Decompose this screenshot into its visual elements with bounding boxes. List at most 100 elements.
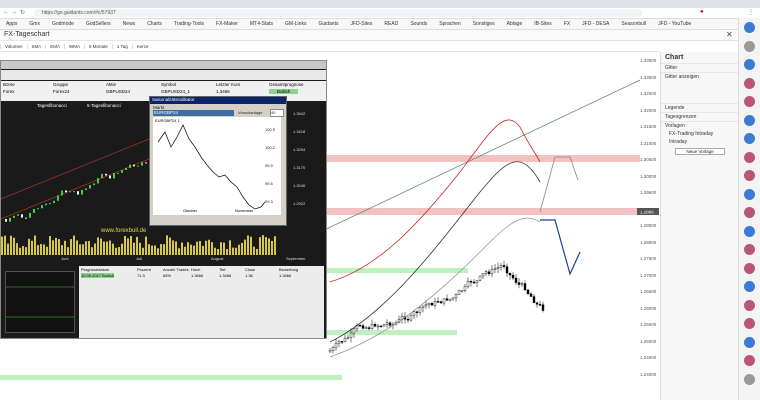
volume-bar — [85, 241, 87, 255]
bookmark-item[interactable]: Seasonbull — [615, 21, 652, 27]
bookmark-item[interactable]: MT4-Stats — [244, 21, 279, 27]
section-gitter[interactable]: Gitter — [661, 63, 739, 72]
candle-body — [379, 325, 383, 328]
tab-tagesfibonacci[interactable]: Tagesfibonacci — [37, 103, 67, 108]
overlay-window[interactable]: Börse Gruppe Aktie Symbol Letzter Kurs G… — [0, 60, 327, 339]
volume-bar — [139, 242, 141, 255]
forward-icon[interactable]: → — [11, 9, 17, 15]
tab-5-tagesfibonacci[interactable]: 5-Tagesfibonacci — [87, 103, 121, 108]
section-tagesgrenzen[interactable]: Tagesgrenzen — [661, 112, 739, 121]
app-shortcut-icon[interactable] — [744, 207, 755, 218]
bookmark-item[interactable]: IB-Sites — [528, 21, 558, 27]
app-shortcut-icon[interactable] — [744, 281, 755, 292]
candle-body — [475, 280, 479, 283]
bookmark-item[interactable]: GM-Links — [279, 21, 312, 27]
volume-bar — [22, 246, 24, 255]
bookmark-item[interactable]: Trading-Tools — [168, 21, 210, 27]
volume-bar — [220, 242, 222, 255]
app-shortcut-icon[interactable] — [744, 170, 755, 181]
overlay-y-label: 1.3542 — [293, 111, 306, 116]
volume-bar — [244, 239, 246, 255]
app-shortcut-icon[interactable] — [744, 151, 755, 163]
overlay-candle — [141, 162, 143, 166]
toolbar-item[interactable]: 1 Tag — [111, 43, 132, 49]
toolbar-item[interactable]: WMA — [64, 43, 84, 49]
price-axis-label: 1.24500 — [640, 355, 657, 360]
toolbar-item[interactable]: 8 Monate — [84, 43, 112, 49]
volume-bar — [241, 242, 243, 255]
app-shortcut-icon[interactable] — [744, 40, 755, 52]
app-shortcut-icon[interactable] — [744, 262, 755, 274]
toolbar-item[interactable]: SMA — [26, 43, 46, 49]
overlay-menubar — [1, 70, 326, 80]
candle-body — [412, 311, 416, 316]
bookmark-item[interactable]: Charts — [141, 21, 168, 27]
bookmark-item[interactable]: Ablage — [501, 21, 529, 27]
section-gitter-anzeigen[interactable]: Gitter anzeigen — [661, 72, 739, 81]
app-shortcut-icon[interactable] — [744, 299, 755, 311]
back-icon[interactable]: ← — [3, 9, 9, 15]
template-fx-intraday[interactable]: FX-Trading Intraday — [661, 130, 739, 138]
volume-bar — [151, 245, 153, 255]
template-intraday[interactable]: Intraday — [661, 138, 739, 146]
app-shortcut-icon[interactable] — [744, 133, 755, 144]
candle-body — [463, 286, 467, 291]
candle-body — [457, 290, 461, 295]
overlay-titlebar[interactable] — [1, 61, 326, 69]
seasonal-market-select[interactable]: EURGBP24 — [153, 110, 234, 116]
bookmark-item[interactable]: JFD - YouTube — [652, 21, 697, 27]
app-shortcut-icon[interactable] — [744, 225, 755, 237]
volume-bar — [61, 245, 63, 255]
bookmark-item[interactable]: READ — [378, 21, 404, 27]
candle-body — [334, 343, 338, 348]
close-icon[interactable]: ✕ — [726, 30, 733, 39]
app-shortcut-icon[interactable] — [744, 336, 755, 348]
section-vorlagen[interactable]: Vorlagen — [661, 121, 739, 130]
app-shortcut-icon[interactable] — [744, 96, 755, 107]
candle-body — [352, 328, 356, 334]
bookmark-item[interactable]: Sprachen — [433, 21, 466, 27]
toolbar-item[interactable]: Kerze — [131, 43, 153, 49]
bookmark-item[interactable]: Apps — [0, 21, 23, 27]
menu-icon[interactable]: ⋮ — [748, 9, 754, 16]
url-field[interactable]: https://go.guidants.com/#c/57937 — [34, 9, 642, 17]
bookmark-item[interactable]: JFD - DESA — [576, 21, 615, 27]
app-shortcut-icon[interactable] — [744, 59, 755, 70]
candle-body — [454, 294, 458, 299]
new-template-button[interactable]: Neue Vorlage — [675, 148, 725, 155]
bookmark-item[interactable]: Sonstiges — [467, 21, 501, 27]
app-shortcut-icon[interactable] — [744, 244, 755, 255]
bookmark-item[interactable]: JFD-Sites — [344, 21, 378, 27]
extension-icon[interactable]: ● — [700, 9, 704, 15]
app-shortcut-icon[interactable] — [744, 77, 755, 89]
toolbar-item[interactable]: EMA — [45, 43, 64, 49]
app-shortcut-icon[interactable] — [744, 373, 755, 385]
app-shortcut-icon[interactable] — [744, 22, 755, 33]
seasonal-days-input[interactable]: 40 — [270, 109, 284, 117]
bookmark-item[interactable]: Godmode — [46, 21, 80, 27]
app-shortcut-icon[interactable] — [744, 188, 755, 200]
seasonal-window[interactable]: Saisonalitätsindikator Markt EURGBP24 Vo… — [149, 96, 287, 226]
seasonal-titlebar[interactable]: Saisonalitätsindikator — [150, 97, 286, 104]
overlay-candle — [61, 190, 63, 196]
app-shortcut-icon[interactable] — [744, 318, 755, 329]
bookmark-item[interactable]: Gmx — [23, 21, 46, 27]
hdr-last: Letzter Kurs — [216, 82, 241, 87]
section-legende[interactable]: Legende — [661, 103, 739, 112]
overlay-candle — [113, 173, 115, 179]
bookmark-item[interactable]: FX-Maker — [210, 21, 244, 27]
volume-bar — [49, 236, 51, 255]
volume-bar — [166, 235, 168, 255]
target-band-upper — [320, 268, 468, 273]
reload-icon[interactable]: ↻ — [20, 9, 25, 16]
toolbar-item[interactable]: Volumen — [0, 43, 27, 49]
app-shortcut-icon[interactable] — [744, 355, 755, 366]
volume-bar — [118, 247, 120, 255]
bookmark-item[interactable]: FX — [558, 21, 576, 27]
bookmark-item[interactable]: Guidants — [312, 21, 344, 27]
volume-bar — [88, 241, 90, 255]
bookmark-item[interactable]: GodSellers — [80, 21, 117, 27]
bookmark-item[interactable]: Sounds — [404, 21, 433, 27]
bookmark-item[interactable]: News — [117, 21, 142, 27]
app-shortcut-icon[interactable] — [744, 114, 755, 126]
